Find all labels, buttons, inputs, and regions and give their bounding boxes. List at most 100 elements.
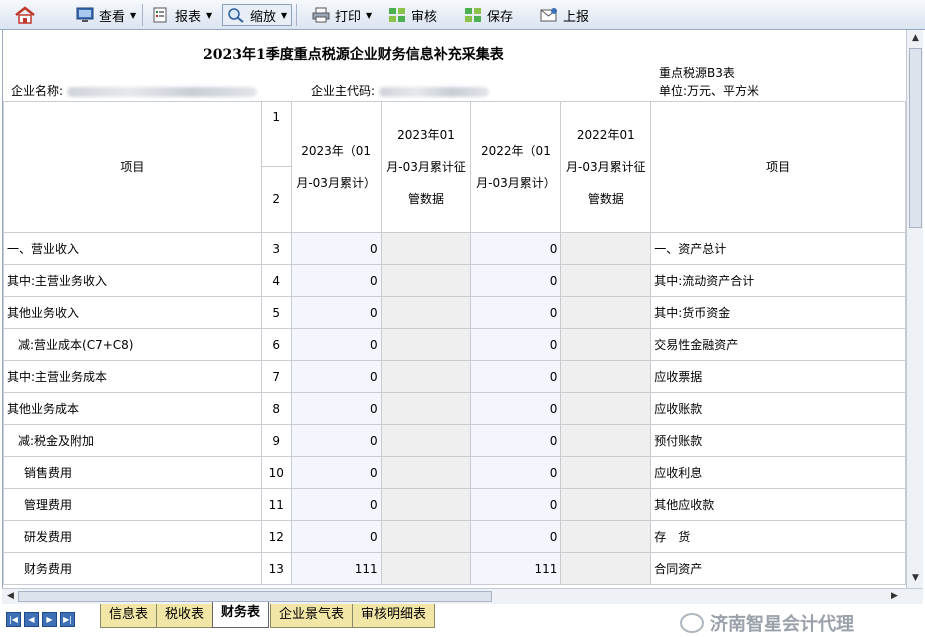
cell-2022[interactable]: 0 <box>470 264 562 297</box>
header-col-2022: 2022年（01月-03月累计） <box>470 101 562 233</box>
cell-2023-tax <box>380 264 472 297</box>
cell-2022[interactable]: 0 <box>470 232 562 265</box>
cell-2023-tax <box>380 488 472 521</box>
toolbar-separator <box>142 4 143 26</box>
cell-2022[interactable]: 0 <box>470 488 562 521</box>
cell-2022[interactable]: 0 <box>470 424 562 457</box>
print-button[interactable]: 打印 ▼ <box>308 4 376 26</box>
company-code-label: 企业主代码: <box>311 84 376 98</box>
home-icon[interactable] <box>14 6 36 24</box>
header-item-right: 项目 <box>650 101 906 233</box>
table-row: 其中:主营业务成本 7 0 0 应收票据 <box>3 360 906 393</box>
table-row: 其他业务成本 8 0 0 应收账款 <box>3 392 906 425</box>
vertical-scrollbar[interactable]: ▲ ▼ <box>906 30 923 588</box>
audit-label: 审核 <box>411 9 438 25</box>
vertical-scroll-thumb[interactable] <box>909 48 922 228</box>
cell-2022[interactable]: 0 <box>470 328 562 361</box>
save-icon <box>465 8 481 22</box>
cell-2022-tax <box>560 552 652 585</box>
watermark-text: 济南智星会计代理 <box>710 614 854 635</box>
row-item: 管理费用 <box>3 488 262 521</box>
cell-2023[interactable]: 0 <box>290 232 382 265</box>
row-no: 9 <box>260 424 292 457</box>
table-row: 销售费用 10 0 0 应收利息 <box>3 456 906 489</box>
cell-2023[interactable]: 0 <box>290 264 382 297</box>
print-label: 打印 <box>335 9 362 25</box>
tab-info[interactable]: 信息表 <box>100 604 158 628</box>
cell-2023[interactable]: 0 <box>290 360 382 393</box>
horizontal-scroll-thumb[interactable] <box>18 591 492 602</box>
view-button[interactable]: 查看 ▼ <box>72 4 140 26</box>
spreadsheet: 2023年1季度重点税源企业财务信息补充采集表 重点税源B3表 单位:万元、平方… <box>2 30 906 588</box>
header-row-no: 1 2 <box>260 101 292 233</box>
audit-icon <box>389 8 405 22</box>
cell-2023[interactable]: 0 <box>290 424 382 457</box>
table-row: 一、营业收入 3 0 0 一、资产总计 <box>3 232 906 265</box>
scroll-right-icon[interactable]: ▶ <box>888 590 901 603</box>
cell-2022[interactable]: 0 <box>470 392 562 425</box>
chevron-down-icon: ▼ <box>366 10 373 20</box>
row-no: 13 <box>260 552 292 585</box>
first-sheet-icon[interactable]: |◀ <box>6 612 21 627</box>
row-no: 7 <box>260 360 292 393</box>
cell-2023[interactable]: 0 <box>290 520 382 553</box>
tab-audit-detail[interactable]: 审核明细表 <box>352 604 436 628</box>
cell-2022[interactable]: 0 <box>470 520 562 553</box>
table-header-row: 项目 1 2 2023年（01月-03月累计） 2023年01月-03月累计征管… <box>3 101 906 233</box>
last-sheet-icon[interactable]: ▶| <box>60 612 75 627</box>
row-item: 财务费用 <box>3 552 262 585</box>
row-no: 5 <box>260 296 292 329</box>
row-no: 11 <box>260 488 292 521</box>
row-item-right: 应收利息 <box>650 456 906 489</box>
report-icon <box>153 7 167 23</box>
tab-tax[interactable]: 税收表 <box>156 604 214 628</box>
scroll-down-icon[interactable]: ▼ <box>909 572 922 585</box>
company-name-label: 企业名称: <box>11 84 64 98</box>
cell-2023-tax <box>380 552 472 585</box>
row-item-right: 一、资产总计 <box>650 232 906 265</box>
zoom-button[interactable]: 缩放 ▼ <box>222 4 293 26</box>
prev-sheet-icon[interactable]: ◀ <box>24 612 39 627</box>
cell-2023-tax <box>380 424 472 457</box>
cell-2023[interactable]: 0 <box>290 456 382 489</box>
report-button[interactable]: 报表 ▼ <box>148 4 216 26</box>
cell-2023[interactable]: 0 <box>290 328 382 361</box>
sheet-tabs-bar: |◀ ◀ ▶ ▶| 信息表 税收表 财务表 企业景气表 审核明细表 济南智星会计… <box>0 602 925 637</box>
cell-2022[interactable]: 0 <box>470 360 562 393</box>
cell-2023[interactable]: 111 <box>290 552 382 585</box>
cell-2023-tax <box>380 456 472 489</box>
audit-button[interactable]: 审核 <box>384 4 441 26</box>
scroll-up-icon[interactable]: ▲ <box>909 32 922 45</box>
cell-2022[interactable]: 111 <box>470 552 562 585</box>
header-col-2023-tax: 2023年01月-03月累计征管数据 <box>380 101 472 233</box>
cell-2022[interactable]: 0 <box>470 296 562 329</box>
row-no: 4 <box>260 264 292 297</box>
monitor-icon <box>76 7 94 22</box>
next-sheet-icon[interactable]: ▶ <box>42 612 57 627</box>
report-label: 报表 <box>175 9 202 25</box>
cell-2023[interactable]: 0 <box>290 488 382 521</box>
upload-button[interactable]: 上报 <box>536 4 593 26</box>
scroll-left-icon[interactable]: ◀ <box>4 590 17 603</box>
cell-2023-tax <box>380 360 472 393</box>
tab-business-climate[interactable]: 企业景气表 <box>270 604 354 628</box>
cell-2022[interactable]: 0 <box>470 456 562 489</box>
horizontal-scrollbar[interactable]: ◀ ▶ <box>2 588 923 604</box>
redacted-company-name <box>66 86 257 97</box>
view-label: 查看 <box>99 9 126 25</box>
row-item-right: 应收账款 <box>650 392 906 425</box>
tab-finance[interactable]: 财务表 <box>212 602 270 628</box>
row-item: 销售费用 <box>3 456 262 489</box>
cell-2022-tax <box>560 424 652 457</box>
cell-2023-tax <box>380 520 472 553</box>
cell-2022-tax <box>560 520 652 553</box>
save-button[interactable]: 保存 <box>460 4 517 26</box>
cell-2022-tax <box>560 392 652 425</box>
cell-2023[interactable]: 0 <box>290 392 382 425</box>
row-item: 减:税金及附加 <box>3 424 262 457</box>
cell-2023[interactable]: 0 <box>290 296 382 329</box>
row-item-right: 合同资产 <box>650 552 906 585</box>
row-no: 12 <box>260 520 292 553</box>
row-item-right: 其中:流动资产合计 <box>650 264 906 297</box>
cell-2022-tax <box>560 296 652 329</box>
